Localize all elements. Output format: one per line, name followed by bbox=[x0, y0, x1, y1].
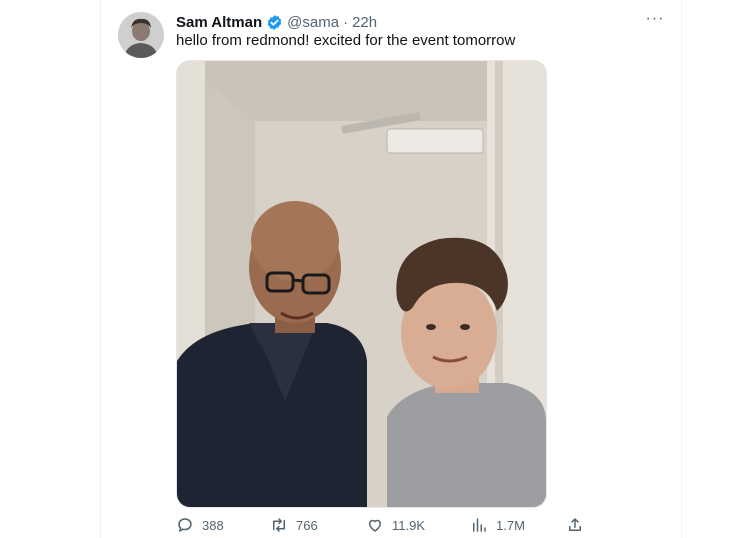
tweet-header: Sam Altman @sama · 22h bbox=[176, 12, 377, 32]
view-count: 1.7M bbox=[496, 517, 525, 533]
retweet-count: 766 bbox=[296, 517, 318, 533]
more-options-icon[interactable]: ··· bbox=[644, 10, 666, 30]
meta-separator: · bbox=[343, 13, 349, 31]
verified-badge-icon bbox=[266, 14, 283, 31]
selfie-image bbox=[177, 61, 546, 507]
tweet-photo[interactable] bbox=[176, 60, 547, 508]
like-count: 11.9K bbox=[392, 517, 426, 533]
like-button[interactable]: 11.9K bbox=[366, 514, 425, 536]
views-chart-icon bbox=[473, 518, 486, 532]
heart-icon bbox=[369, 519, 381, 532]
share-icon bbox=[569, 518, 581, 531]
author-avatar[interactable] bbox=[118, 12, 164, 58]
retweet-button[interactable]: 766 bbox=[270, 514, 318, 536]
avatar-photo bbox=[118, 12, 164, 58]
views-button[interactable]: 1.7M bbox=[470, 514, 525, 536]
tweet-timestamp[interactable]: 22h bbox=[352, 14, 377, 31]
author-handle[interactable]: @sama bbox=[287, 14, 339, 31]
reply-icon bbox=[178, 518, 192, 532]
retweet-icon bbox=[273, 518, 285, 532]
reply-button[interactable]: 388 bbox=[176, 514, 224, 536]
author-name[interactable]: Sam Altman bbox=[176, 14, 262, 31]
tweet-actions: 388 766 11.9K 1.7M bbox=[176, 514, 596, 536]
tweet-text: hello from redmond! excited for the even… bbox=[176, 32, 516, 49]
share-button[interactable] bbox=[566, 514, 584, 536]
reply-count: 388 bbox=[202, 517, 224, 533]
